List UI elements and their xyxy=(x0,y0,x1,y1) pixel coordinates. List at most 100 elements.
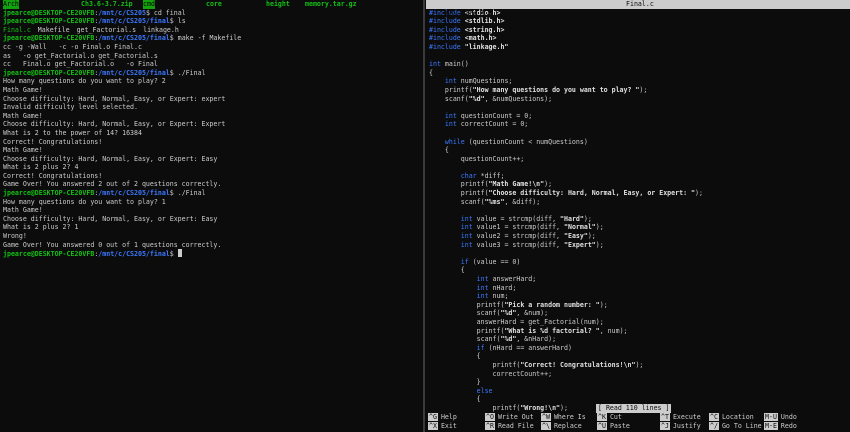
shortcut-label: Cut xyxy=(609,413,622,421)
output-text: What is 2 plus 2? 1 xyxy=(3,223,79,232)
terminal-pane[interactable]: Arch Ch3.6-3.7.zip cmd core height memory.tar… xyxy=(0,0,422,432)
program-output: Math Game! xyxy=(3,112,419,121)
code-line: int correctCount = 0; xyxy=(444,120,529,129)
prompt-dollar: $ xyxy=(169,34,178,43)
shortcut-label: Paste xyxy=(609,422,630,430)
output-text: Choose difficulty: Hard, Normal, Easy, o… xyxy=(3,214,218,223)
output-text: Invalid difficulty level selected. xyxy=(3,103,138,112)
output-text: Game Over! You answered 0 out of 1 quest… xyxy=(3,240,222,249)
ls-output-line: Arch Ch3.6-3.7.zip cmd core height memory.tar… xyxy=(3,0,419,9)
prompt-dollar: $ xyxy=(169,68,178,77)
shortcut-key: ^K xyxy=(597,413,607,421)
shortcut-where-is[interactable]: ^W Where Is xyxy=(541,413,586,422)
prompt-user: jpearce@DESKTOP-CE20VFB xyxy=(3,34,95,43)
prompt-dollar: $ xyxy=(169,189,178,198)
code-line: questionCount++; xyxy=(429,154,525,163)
ls-file: Final.c xyxy=(3,25,31,34)
shortcut-key: ^/ xyxy=(709,422,719,430)
code-line: correctCount++; xyxy=(429,369,553,378)
program-output: How many questions do you want to play? … xyxy=(3,77,419,86)
program-output: What is 2 to the power of 14? 16384 xyxy=(3,129,419,138)
shortcut-key: ^G xyxy=(428,413,438,421)
ls-file: Makefile xyxy=(37,25,70,34)
output-text: Math Game! xyxy=(3,206,43,215)
program-output: Game Over! You answered 0 out of 1 quest… xyxy=(3,241,419,250)
shortcut-key: ^J xyxy=(660,422,670,430)
shortcut-help[interactable]: ^G Help xyxy=(428,413,457,422)
output-text: Choose difficulty: Hard, Normal, Easy, o… xyxy=(3,94,226,103)
shortcut-key: ^W xyxy=(541,413,551,421)
shortcut-row-1: ^G Help ^O Write Out ^W Where Is ^K Cut ^T Execut… xyxy=(428,413,848,422)
code-line: printf("What is %d factorial? ", num); xyxy=(429,326,628,335)
shortcut-replace[interactable]: ^\ Replace xyxy=(541,422,582,431)
shortcut-paste[interactable]: ^U Paste xyxy=(597,422,630,431)
output-text: Wrong! xyxy=(3,232,27,241)
nano-editor[interactable]: #include <stdio.h>#include <stdlib.h>#in… xyxy=(426,9,850,413)
program-output: Math Game! xyxy=(3,146,419,155)
output-text: Correct! Congratulations! xyxy=(3,171,103,180)
ls-entry: memory.tar.gz xyxy=(305,0,357,8)
program-output: Correct! Congratulations! xyxy=(3,172,419,181)
shortcut-redo[interactable]: M-E Redo xyxy=(764,422,797,431)
program-output: Choose difficulty: Hard, Normal, Easy, o… xyxy=(3,95,419,104)
command-text: ./Final xyxy=(177,189,206,198)
shortcut-write-out[interactable]: ^O Write Out xyxy=(485,413,534,422)
output-text: Correct! Congratulations! xyxy=(3,137,103,146)
shortcut-execute[interactable]: ^T Execute xyxy=(660,413,701,422)
code-line: printf("How many questions do you want t… xyxy=(429,85,648,94)
shortcut-key: ^\ xyxy=(541,422,551,430)
shortcut-read-file[interactable]: ^R Read File xyxy=(485,422,534,431)
prompt-path: /mnt/c/CS205/final xyxy=(98,68,170,77)
command-text: make -f Makefile xyxy=(177,34,242,43)
shortcut-key: ^T xyxy=(660,413,670,421)
program-output: Choose difficulty: Hard, Normal, Easy, o… xyxy=(3,120,419,129)
program-output: Wrong! xyxy=(3,232,419,241)
shortcut-go-to-line[interactable]: ^/Go To Line xyxy=(709,422,762,431)
output-text: Math Game! xyxy=(3,111,43,120)
ls-files-line: Final.c Makefile get_Factorial.s linkage.h xyxy=(3,26,419,35)
command-text: ./Final xyxy=(177,68,206,77)
shortcut-label: Redo xyxy=(780,422,797,430)
prompt-line: jpearce@DESKTOP-CE20VFB:/mnt/c/CS205/fin… xyxy=(3,189,419,198)
prompt-line: jpearce@DESKTOP-CE20VFB:/mnt/c/CS205/fin… xyxy=(3,34,419,43)
prompt-dollar: $ xyxy=(145,8,154,17)
shortcut-exit[interactable]: ^X Exit xyxy=(428,422,457,431)
command-text: ls xyxy=(177,17,186,26)
prompt-path: /mnt/c/CS205/final xyxy=(98,189,170,198)
program-output: Math Game! xyxy=(3,86,419,95)
shortcut-justify[interactable]: ^J Justify xyxy=(660,422,701,431)
shortcut-label: Execute xyxy=(672,413,701,421)
nano-pane[interactable]: GNU nano 6.2 Final.c #include <stdio.h>#… xyxy=(426,0,850,432)
shortcut-cut[interactable]: ^K Cut xyxy=(597,413,622,422)
ls-entry: cmd xyxy=(143,0,155,9)
ls-entry: Ch3.6-3.7.zip xyxy=(81,0,133,8)
terminal-cursor xyxy=(177,249,182,258)
shortcut-label: Replace xyxy=(553,422,582,430)
output-text: cc -g -Wall -c -o Final.o Final.c xyxy=(3,42,142,51)
output-text: How many questions do you want to play? … xyxy=(3,77,166,86)
code-line: printf("Choose difficulty: Hard, Normal,… xyxy=(429,189,703,198)
shortcut-row-2: ^X Exit ^R Read File ^\ Replace ^U Paste ^J Justi… xyxy=(428,422,848,431)
program-output: Game Over! You answered 2 out of 2 quest… xyxy=(3,180,419,189)
code-line: } xyxy=(429,378,481,387)
code-line: { xyxy=(429,352,481,361)
output-text: Math Game! xyxy=(3,85,43,94)
pane-divider[interactable] xyxy=(423,0,425,432)
shortcut-location[interactable]: ^C Location xyxy=(709,413,754,422)
code-line: char *diff; xyxy=(460,171,505,180)
shortcut-label: Help xyxy=(440,413,457,421)
prompt-line: jpearce@DESKTOP-CE20VFB:/mnt/c/CS205/fin… xyxy=(3,17,419,26)
prompt-user: jpearce@DESKTOP-CE20VFB xyxy=(3,17,95,26)
output-text: Choose difficulty: Hard, Normal, Easy, o… xyxy=(3,154,218,163)
shortcut-label: Justify xyxy=(672,422,701,430)
ls-file: linkage.h xyxy=(143,25,179,34)
prompt-user: jpearce@DESKTOP-CE20VFB xyxy=(3,250,95,259)
shortcut-key: M-U xyxy=(764,413,778,421)
program-output: How many questions do you want to play? … xyxy=(3,198,419,207)
prompt-path: /mnt/c/CS205/final xyxy=(98,17,170,26)
shortcut-undo[interactable]: M-U Undo xyxy=(764,413,797,422)
